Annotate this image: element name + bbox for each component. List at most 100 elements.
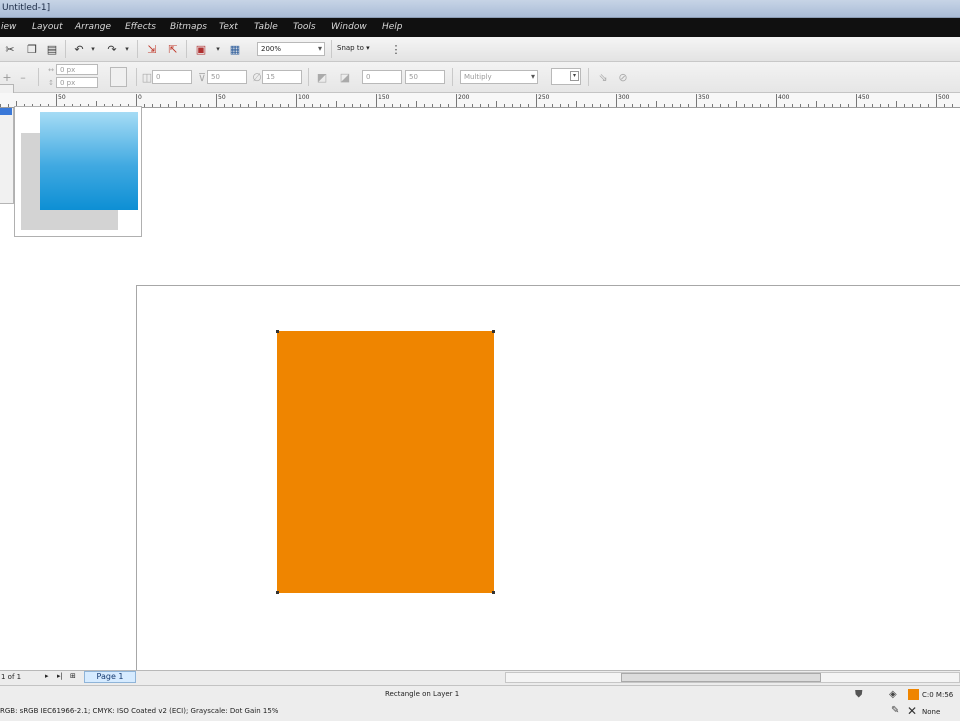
shadow-stretch-field[interactable]: 50 (405, 70, 445, 84)
ruler-tick (440, 104, 441, 107)
snap-to-dropdown[interactable]: Snap to ▾ (337, 44, 370, 52)
shadow-opacity-field[interactable]: 50 (207, 70, 247, 84)
ruler-tick (640, 104, 641, 107)
shadow-angle-field[interactable]: 0 (152, 70, 192, 84)
document-info-icon[interactable]: ⛊ (855, 689, 863, 700)
options-icon[interactable]: ⋮ (389, 42, 403, 56)
ruler-tick (688, 104, 689, 107)
copy-shadow-properties-icon[interactable]: ⇘ (596, 70, 610, 84)
redo-icon[interactable]: ↷ (105, 42, 119, 56)
menu-bar: iew Layout Arrange Effects Bitmaps Text … (0, 18, 960, 37)
ruler-tick (352, 104, 353, 107)
ruler-tick (240, 104, 241, 107)
fill-color-swatch[interactable] (908, 689, 919, 700)
horizontal-scrollbar[interactable] (505, 672, 960, 683)
ruler-tick (872, 104, 873, 107)
offset-spinner[interactable] (110, 67, 127, 87)
menu-layout[interactable]: Layout (32, 22, 63, 32)
zoom-level-dropdown[interactable]: 200% (257, 42, 325, 56)
docker-selected-item[interactable] (0, 107, 12, 115)
orange-rectangle[interactable] (276, 330, 495, 594)
selection-handle[interactable] (492, 591, 495, 594)
ruler-tick (272, 104, 273, 107)
ruler-tick (232, 104, 233, 107)
cut-icon[interactable]: ✂ (3, 42, 17, 56)
paste-icon[interactable]: ▤ (45, 42, 59, 56)
shadow-color-picker[interactable]: ▾ (551, 68, 581, 85)
chevron-down-icon: ▾ (570, 71, 579, 81)
clear-shadow-icon[interactable]: ⊘ (616, 70, 630, 84)
ruler-tick (424, 104, 425, 107)
launcher-dropdown-icon[interactable]: ▾ (211, 42, 225, 56)
drawing-page[interactable] (136, 285, 960, 671)
menu-effects[interactable]: Effects (125, 22, 156, 32)
ruler-tick (384, 104, 385, 107)
undo-icon[interactable]: ↶ (72, 42, 86, 56)
ruler-tick (912, 104, 913, 107)
ruler-tick (344, 104, 345, 107)
shadow-feather-field[interactable]: 15 (262, 70, 302, 84)
copy-icon[interactable]: ❐ (25, 42, 39, 56)
ruler-tick (536, 94, 537, 107)
ruler-tick (672, 104, 673, 107)
ruler-tick (720, 104, 721, 107)
next-page-icon[interactable]: ▸ (45, 672, 49, 680)
blend-mode-value: Multiply (464, 73, 492, 81)
ruler-tick (248, 104, 249, 107)
ruler-tick (256, 101, 257, 107)
menu-help[interactable]: Help (382, 22, 403, 32)
ruler-tick (216, 94, 217, 107)
menu-table[interactable]: Table (254, 22, 278, 32)
blend-mode-dropdown[interactable]: Multiply (460, 70, 538, 84)
page-tab[interactable]: Page 1 (84, 671, 136, 683)
preview-gradient-square (40, 112, 138, 210)
color-profile-info[interactable]: RGB: sRGB IEC61966-2.1; CMYK: ISO Coated… (0, 707, 278, 715)
welcome-screen-icon[interactable]: ▦ (228, 42, 242, 56)
y-offset-value: 0 px (60, 79, 76, 87)
menu-tools[interactable]: Tools (293, 22, 316, 32)
ruler-tick (600, 104, 601, 107)
export-icon[interactable]: ⇱ (166, 42, 180, 56)
feather-direction-icon[interactable]: ◩ (315, 70, 329, 84)
menu-arrange[interactable]: Arrange (75, 22, 111, 32)
redo-dropdown-icon[interactable]: ▾ (120, 42, 134, 56)
ruler-tick (296, 94, 297, 107)
ruler-tick (200, 104, 201, 107)
menu-window[interactable]: Window (331, 22, 367, 32)
x-offset-field[interactable]: 0 px (56, 64, 98, 75)
ruler-tick (800, 104, 801, 107)
outline-pen-icon: ✎ (891, 705, 900, 716)
no-outline-icon[interactable]: ✕ (907, 704, 917, 718)
add-page-icon[interactable]: ⊞ (70, 672, 76, 680)
ruler-label: 350 (698, 94, 710, 101)
ruler-tick (400, 104, 401, 107)
selection-handle[interactable] (276, 591, 279, 594)
ruler-tick (856, 94, 857, 107)
last-page-icon[interactable]: ▸| (57, 672, 63, 680)
ruler-tick (264, 104, 265, 107)
selection-handle[interactable] (492, 330, 495, 333)
shadow-feather-value: 15 (266, 73, 275, 81)
shadow-fade-field[interactable]: 0 (362, 70, 402, 84)
feather-edges-icon[interactable]: ◪ (338, 70, 352, 84)
y-offset-field[interactable]: 0 px (56, 77, 98, 88)
status-bar: Rectangle on Layer 1 RGB: sRGB IEC61966-… (0, 685, 960, 721)
ruler-tick (656, 101, 657, 107)
ruler-tick (704, 104, 705, 107)
import-icon[interactable]: ⇲ (145, 42, 159, 56)
ruler-tick (832, 104, 833, 107)
ruler-tick (280, 104, 281, 107)
add-icon[interactable]: + (0, 70, 14, 84)
horizontal-ruler[interactable]: 50 0 50 100 150 200 250 300 350 400 450 500 (0, 93, 960, 108)
menu-text[interactable]: Text (219, 22, 238, 32)
menu-view[interactable]: iew (1, 22, 16, 32)
application-launcher-icon[interactable]: ▣ (194, 42, 208, 56)
menu-bitmaps[interactable]: Bitmaps (170, 22, 207, 32)
selection-handle[interactable] (276, 330, 279, 333)
remove-icon[interactable]: – (16, 70, 30, 84)
undo-dropdown-icon[interactable]: ▾ (86, 42, 100, 56)
ruler-tick (168, 104, 169, 107)
ruler-tick (736, 101, 737, 107)
scrollbar-thumb[interactable] (621, 673, 821, 682)
zoom-level-value: 200% (261, 45, 282, 53)
